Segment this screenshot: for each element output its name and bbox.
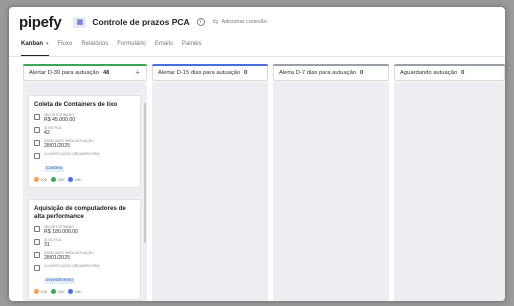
phase-accent xyxy=(23,64,147,66)
field-value: 42 xyxy=(44,130,50,136)
app-window: pipefy ▦ Controle de prazos PCA i ⇆ Adic… xyxy=(9,7,505,301)
refresh-icon xyxy=(68,177,74,182)
card-badges: 22h 22h 19h xyxy=(34,177,135,182)
phase-body xyxy=(394,83,505,301)
phase-header[interactable]: Alertar D-15 dias para autuação 0 xyxy=(152,64,268,81)
tab-formulario[interactable]: Formulário xyxy=(117,39,146,56)
pipefy-logo[interactable]: pipefy xyxy=(19,14,62,31)
phase-title: Alertar D-30 para autuação xyxy=(29,69,99,76)
phase-column: Alerta D-7 dias para autuação 0 xyxy=(273,64,389,301)
classification-tag: Custeio xyxy=(44,166,65,172)
number-icon xyxy=(34,127,40,133)
field-value: 28/01/2025 xyxy=(44,143,70,149)
field-label: CLASSIFICAÇÃO ORÇAMENTÁRIA xyxy=(44,152,100,156)
card-field: ID NO PCA 42 xyxy=(34,126,135,136)
number-icon xyxy=(34,239,40,245)
scrollbar[interactable] xyxy=(144,103,146,243)
tab-emails[interactable]: Emails xyxy=(155,39,173,56)
tab-fluxo[interactable]: Fluxo xyxy=(58,39,73,56)
time-badge: 22h xyxy=(51,177,64,182)
time-badge: 21h xyxy=(34,289,47,294)
field-value: 28/01/2025 xyxy=(44,255,70,261)
phase-accent xyxy=(394,64,505,66)
card-field: CLASSIFICAÇÃO ORÇAMENTÁRIA Investimento xyxy=(34,264,135,286)
phase-header[interactable]: Alertar D-30 para autuação 48 + xyxy=(23,64,147,81)
card-title: Coleta de Containers de lixo xyxy=(34,101,118,108)
phase-body xyxy=(152,83,268,301)
currency-icon xyxy=(34,226,40,232)
tab-paineis[interactable]: Painéis xyxy=(182,39,202,56)
card-field: VALOR ESTIMADO R$ 180.000,00 xyxy=(34,225,135,235)
phase-body xyxy=(273,83,389,301)
list-icon xyxy=(34,153,40,159)
phase-count: 0 xyxy=(461,69,465,76)
list-icon xyxy=(34,265,40,271)
time-badge: 18h xyxy=(68,289,82,294)
time-badge: 19h xyxy=(68,177,82,182)
calendar-icon xyxy=(34,252,40,258)
card-field: CLASSIFICAÇÃO ORÇAMENTÁRIA Custeio xyxy=(34,152,135,174)
time-badge: 22h xyxy=(34,177,47,182)
add-connection-link[interactable]: Adicionar conexão xyxy=(222,19,267,25)
info-icon[interactable]: i xyxy=(196,18,205,26)
tab-relatorios[interactable]: Relatórios xyxy=(81,39,108,56)
calendar-icon xyxy=(34,140,40,146)
phase-accent xyxy=(152,64,268,66)
card-title: Aquisição de computadores de alta perfor… xyxy=(34,205,126,220)
phase-header[interactable]: Alerta D-7 dias para autuação 0 xyxy=(273,64,389,81)
kanban-board: Alertar D-30 para autuação 48 + Coleta d… xyxy=(9,64,505,301)
tab-kanban[interactable]: Kanban ▾ xyxy=(21,39,49,56)
time-badge: 21h xyxy=(51,289,64,294)
card-field: ID NO PCA 31 xyxy=(34,238,135,248)
phase-column: Alertar D-30 para autuação 48 + Coleta d… xyxy=(23,64,147,301)
clock-icon xyxy=(34,289,39,294)
phase-column: Aguardando autuação 0 xyxy=(394,64,505,301)
view-tabs: Kanban ▾ Fluxo Relatórios Formulário Emai… xyxy=(9,39,505,57)
field-label: CLASSIFICAÇÃO ORÇAMENTÁRIA xyxy=(44,264,100,268)
refresh-icon xyxy=(68,289,74,294)
pipe-icon: ▦ xyxy=(73,16,87,28)
phase-title: Alertar D-15 dias para autuação xyxy=(158,69,241,76)
field-value: 31 xyxy=(44,242,50,248)
card-badges: 21h 21h 18h xyxy=(34,289,135,294)
phase-count: 48 xyxy=(102,69,110,76)
connection-icon[interactable]: ⇆ xyxy=(213,18,219,26)
top-bar: pipefy ▦ Controle de prazos PCA i ⇆ Adic… xyxy=(9,7,505,37)
phase-count: 0 xyxy=(360,69,364,76)
currency-icon xyxy=(34,114,40,120)
phase-body: Coleta de Containers de lixo VALOR ESTIM… xyxy=(23,83,147,301)
chevron-down-icon[interactable]: ▾ xyxy=(46,41,49,47)
clock-icon xyxy=(51,177,57,182)
phase-header[interactable]: Aguardando autuação 0 xyxy=(394,64,505,81)
card-field: DATA LIMITE PARA AUTUAÇÃO 28/01/2025 xyxy=(34,251,135,261)
card-field: DATA LIMITE PARA AUTUAÇÃO 28/01/2025 xyxy=(34,139,135,149)
phase-title: Alerta D-7 dias para autuação xyxy=(279,69,357,76)
add-card-icon[interactable]: + xyxy=(135,68,140,77)
phase-column: Alertar D-15 dias para autuação 0 xyxy=(152,64,268,301)
phase-title: Aguardando autuação xyxy=(400,69,458,76)
pipe-title[interactable]: Controle de prazos PCA xyxy=(92,17,189,27)
clock-icon xyxy=(51,289,57,294)
phase-accent xyxy=(273,64,389,66)
classification-tag: Investimento xyxy=(44,278,76,284)
field-value: R$ 180.000,00 xyxy=(44,229,79,235)
clock-icon xyxy=(34,177,39,182)
phase-count: 0 xyxy=(244,69,248,76)
field-value: R$ 45.000,00 xyxy=(44,117,76,123)
card-field: VALOR ESTIMADO R$ 45.000,00 xyxy=(34,113,135,123)
card[interactable]: Coleta de Containers de lixo VALOR ESTIM… xyxy=(28,95,141,188)
card[interactable]: Aquisição de computadores de alta perfor… xyxy=(28,199,141,300)
